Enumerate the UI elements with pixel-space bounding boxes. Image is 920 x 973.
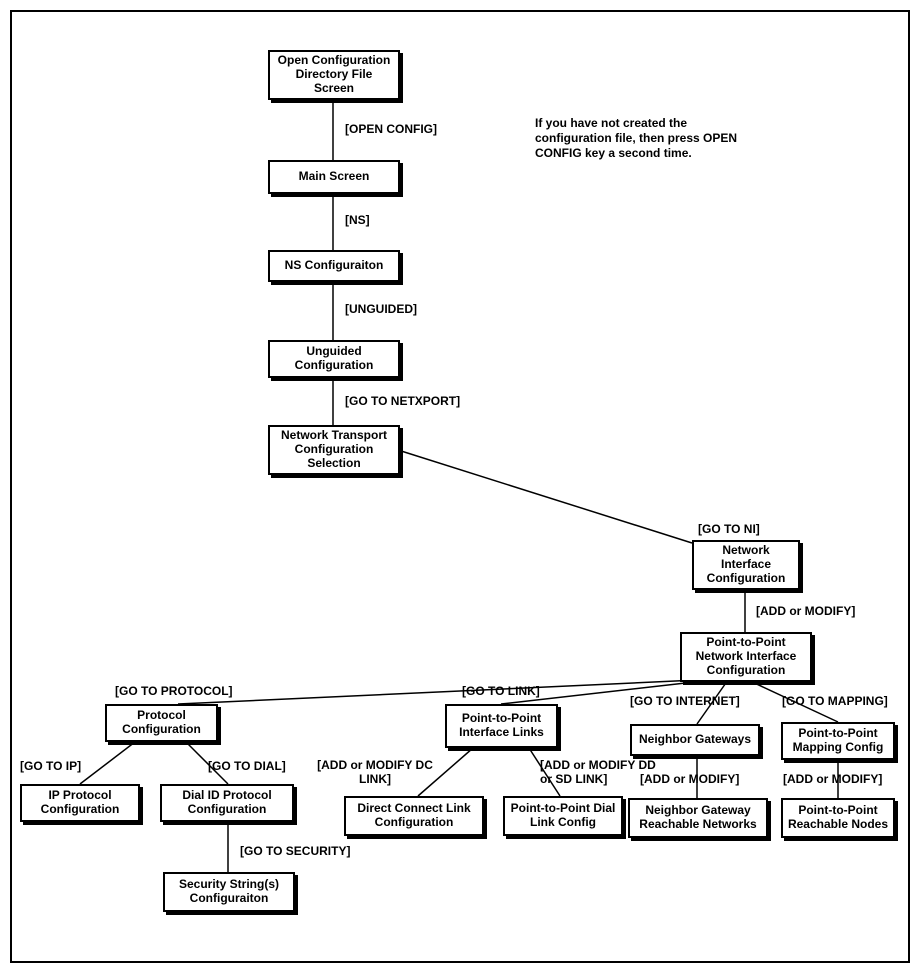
lbl-add-mod3: [ADD or MODIFY] xyxy=(783,772,882,786)
lbl-goto-internet: [GO TO INTERNET] xyxy=(630,694,740,708)
box-main-screen: Main Screen xyxy=(268,160,400,194)
lbl-add-mod-dc: [ADD or MODIFY DC LINK] xyxy=(315,758,435,786)
lbl-goto-netxport: [GO TO NETXPORT] xyxy=(345,394,460,408)
lbl-goto-ip: [GO TO IP] xyxy=(20,759,81,773)
lbl-unguided: [UNGUIDED] xyxy=(345,302,417,316)
box-protocol: Protocol Configuration xyxy=(105,704,218,742)
box-neighbor-reach: Neighbor Gateway Reachable Networks xyxy=(628,798,768,838)
lbl-goto-security: [GO TO SECURITY] xyxy=(240,844,350,858)
box-dial-id: Dial ID Protocol Configuration xyxy=(160,784,294,822)
lbl-goto-link: [GO TO LINK] xyxy=(462,684,540,698)
lbl-goto-protocol: [GO TO PROTOCOL] xyxy=(115,684,233,698)
box-security: Security String(s) Configuraiton xyxy=(163,872,295,912)
box-neighbor-gw: Neighbor Gateways xyxy=(630,724,760,756)
box-ptp-reach: Point-to-Point Reachable Nodes xyxy=(781,798,895,838)
lbl-goto-dial: [GO TO DIAL] xyxy=(208,759,286,773)
lbl-add-mod: [ADD or MODIFY] xyxy=(756,604,855,618)
box-ptp-dial: Point-to-Point Dial Link Config xyxy=(503,796,623,836)
box-ni-config: Network Interface Configuration xyxy=(692,540,800,590)
lbl-goto-mapping: [GO TO MAPPING] xyxy=(782,694,888,708)
box-ptp-links: Point-to-Point Interface Links xyxy=(445,704,558,748)
box-ns-config: NS Configuraiton xyxy=(268,250,400,282)
box-netxport: Network Transport Configuration Selectio… xyxy=(268,425,400,475)
lbl-goto-ni: [GO TO NI] xyxy=(698,522,760,536)
box-unguided: Unguided Configuration xyxy=(268,340,400,378)
box-ip-protocol: IP Protocol Configuration xyxy=(20,784,140,822)
lbl-ns: [NS] xyxy=(345,213,370,227)
lbl-open-config: [OPEN CONFIG] xyxy=(345,122,437,136)
note-text: If you have not created the configuratio… xyxy=(535,116,745,161)
box-ptp-mapping: Point-to-Point Mapping Config xyxy=(781,722,895,760)
box-open-config: Open Configuration Directory File Screen xyxy=(268,50,400,100)
box-ptp-ni-config: Point-to-Point Network Interface Configu… xyxy=(680,632,812,682)
box-direct-connect: Direct Connect Link Configuration xyxy=(344,796,484,836)
lbl-add-mod2: [ADD or MODIFY] xyxy=(640,772,739,786)
